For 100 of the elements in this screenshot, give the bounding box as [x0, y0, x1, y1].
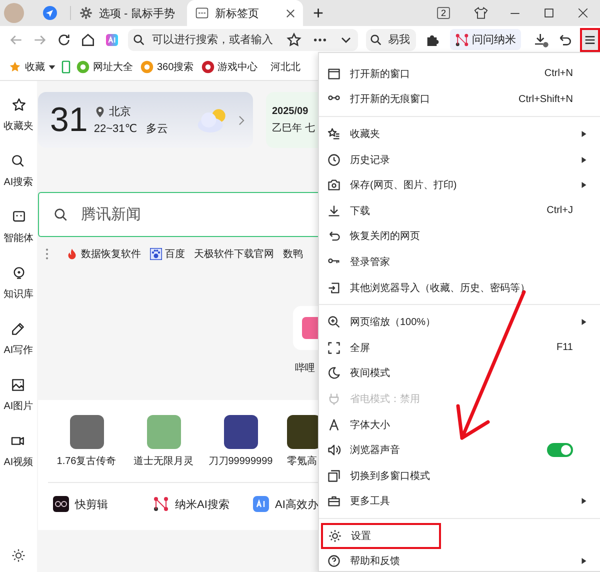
sidebar-item[interactable]: 知识库	[4, 265, 34, 321]
browser-tab[interactable]: 选项 - 鼠标手势	[71, 0, 187, 26]
reload-icon[interactable]	[56, 32, 72, 48]
game-item[interactable]: 1.76复古传奇	[48, 415, 125, 468]
sidebar-icon	[10, 97, 26, 113]
sidebar-item[interactable]: AI搜索	[4, 153, 34, 209]
game-artwork-placeholder	[287, 415, 319, 449]
menu-item-icon	[327, 494, 341, 508]
menu-item[interactable]: 收藏夹	[321, 121, 600, 147]
menu-item[interactable]: 夜间模式	[321, 360, 600, 386]
sidebar-item[interactable]: AI视频	[4, 433, 34, 489]
search-box[interactable]: 易我	[366, 28, 416, 50]
menu-item[interactable]: 历史记录	[321, 146, 600, 172]
date-card[interactable]: 2025/09 乙巳年 七	[266, 92, 319, 148]
settings-icon[interactable]	[11, 548, 26, 563]
game-item[interactable]: 刀刀99999999	[202, 415, 279, 468]
sidebar-item[interactable]: AI图片	[4, 377, 34, 433]
game-name: 道士无限月灵	[134, 454, 194, 468]
star-icon[interactable]	[286, 32, 302, 48]
menu-item[interactable]: 全屏 F11	[321, 334, 600, 361]
menu-item-icon	[327, 366, 341, 380]
menu-item-icon	[327, 152, 341, 167]
new-tab-button[interactable]: +	[303, 3, 334, 23]
menu-item-icon	[327, 443, 341, 458]
shortcut-label: Ctrl+J	[546, 205, 573, 216]
search-input[interactable]: 易我	[386, 32, 418, 46]
menu-item[interactable]: 字体大小	[321, 412, 600, 438]
close-icon[interactable]	[286, 8, 295, 18]
submenu-arrow-icon	[581, 557, 587, 566]
menu-item[interactable]: 帮助和反馈	[321, 548, 600, 572]
menu-item[interactable]: 下载 Ctrl+J	[321, 198, 600, 224]
network-icon	[455, 32, 469, 46]
location-pin-icon	[94, 106, 106, 118]
tab-count-button[interactable]: 2	[436, 7, 450, 19]
sidebar-item[interactable]: AI写作	[4, 321, 34, 377]
submenu-arrow-icon	[581, 497, 587, 506]
menu-item[interactable]: 打开新的无痕窗口 Ctrl+Shift+N	[321, 86, 600, 112]
menu-item[interactable]: 网页缩放（100%）	[321, 309, 600, 335]
bookmark-folder[interactable]: 收藏	[8, 60, 56, 74]
sidebar-icon	[10, 377, 26, 393]
phone-icon[interactable]	[59, 60, 73, 74]
menu-button[interactable]	[580, 28, 600, 52]
bookmark-link[interactable]: 游戏中心	[200, 60, 258, 74]
maximize-icon[interactable]	[542, 6, 556, 20]
star-icon	[8, 60, 22, 74]
menu-item-icon	[327, 178, 341, 192]
close-icon[interactable]	[576, 6, 590, 20]
menu-item-icon	[327, 204, 341, 218]
sidebar-item[interactable]: 收藏夹	[4, 97, 34, 153]
menu-item[interactable]: 更多工具	[321, 488, 600, 514]
quick-link[interactable]: 数据恢复软件	[66, 247, 141, 261]
page-icon	[195, 6, 209, 20]
pinned-tab[interactable]	[42, 6, 71, 20]
gear-icon	[79, 6, 93, 20]
sidebar-item[interactable]: 智能体	[4, 209, 34, 265]
quick-link[interactable]: 数鸭	[283, 247, 303, 261]
game-item[interactable]: 零氪高	[279, 415, 319, 468]
menu-item[interactable]: 恢复关闭的网页	[321, 224, 600, 250]
network-icon	[153, 496, 169, 512]
menu-item[interactable]: 浏览器声音	[321, 437, 600, 463]
menu-item[interactable]: 登录管家	[321, 249, 600, 275]
menu-item[interactable]: 其他浏览器导入（收藏、历史、密码等）	[321, 274, 600, 300]
home-icon[interactable]	[80, 32, 96, 48]
menu-item[interactable]: 打开新的窗口 Ctrl+N	[321, 61, 600, 87]
site-tile[interactable]	[293, 306, 319, 350]
sidebar-icon	[10, 153, 26, 169]
quick-link[interactable]: 百度	[150, 247, 185, 261]
sidebar-icon	[10, 321, 26, 337]
ai-logo-icon[interactable]	[104, 32, 120, 48]
search-icon	[369, 32, 383, 46]
menu-item[interactable]: 切换到多窗口模式	[321, 462, 600, 488]
bookmark-link[interactable]: 网址大全	[76, 60, 133, 74]
address-input[interactable]: 可以进行搜索，或者输入	[150, 32, 282, 46]
shirt-icon[interactable]	[474, 6, 488, 20]
sidebar-icon	[10, 265, 26, 281]
caret-icon	[48, 62, 56, 70]
app-link[interactable]: AI高效办	[253, 496, 319, 512]
site-name: 哔哩	[295, 362, 315, 375]
address-bar[interactable]: 可以进行搜索，或者输入	[128, 28, 358, 50]
menu-item-icon	[327, 340, 341, 355]
site-logo-icon	[76, 60, 90, 74]
game-item[interactable]: 道士无限月灵	[125, 415, 202, 468]
bookmark-link[interactable]: 360搜索	[140, 60, 194, 74]
download-icon[interactable]	[533, 32, 549, 48]
submenu-arrow-icon	[581, 181, 587, 190]
browser-tab[interactable]: 新标签页	[187, 0, 303, 26]
menu-item-icon	[327, 418, 341, 432]
search-input[interactable]: 腾讯新闻	[79, 205, 319, 224]
bookmark-link[interactable]: 河北北	[270, 60, 301, 74]
quick-link[interactable]: 天极软件下载官网	[194, 247, 274, 261]
ai-assistant-button[interactable]: 问问纳米	[450, 29, 521, 50]
search-field[interactable]: 腾讯新闻	[38, 192, 319, 237]
menu-item-icon	[327, 126, 341, 141]
site-logo-icon	[140, 60, 154, 74]
app-link[interactable]: 快剪辑	[53, 496, 153, 512]
toggle-switch[interactable]	[547, 443, 573, 458]
menu-item[interactable]: 保存(网页、图片、打印)	[321, 172, 600, 198]
submenu-arrow-icon	[581, 318, 587, 326]
app-link[interactable]: 纳米AI搜索	[153, 496, 253, 512]
menu-item[interactable]: 设置	[321, 523, 441, 549]
